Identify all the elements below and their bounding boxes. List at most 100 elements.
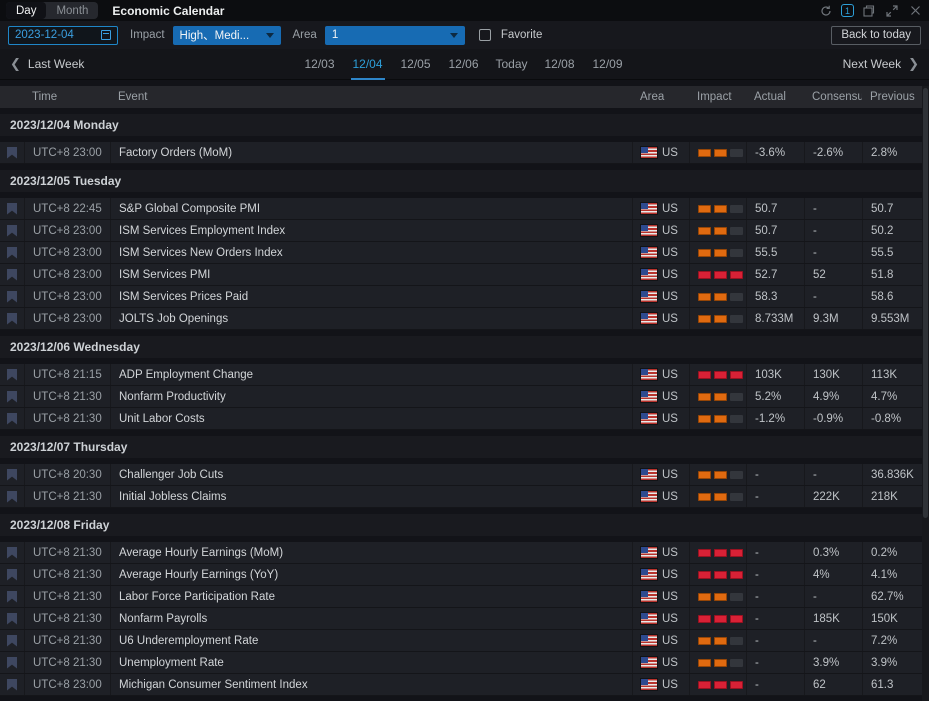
bookmark-icon[interactable]	[7, 491, 17, 503]
event-row[interactable]: UTC+8 21:30Nonfarm PayrollsUS-185K150K	[0, 608, 922, 630]
event-area: US	[632, 486, 689, 507]
event-name: Unemployment Rate	[110, 652, 632, 673]
event-row[interactable]: UTC+8 23:00ISM Services New Orders Index…	[0, 242, 922, 264]
area-dropdown[interactable]: 1	[325, 26, 465, 45]
event-row[interactable]: UTC+8 23:00ISM Services Employment Index…	[0, 220, 922, 242]
week-day-12-09[interactable]: 12/09	[584, 49, 632, 80]
calendar-table-body: 2023/12/04 MondayUTC+8 23:00Factory Orde…	[0, 114, 922, 696]
impact-bar	[714, 149, 727, 157]
favorite-checkbox[interactable]	[479, 29, 491, 41]
event-area: US	[632, 630, 689, 651]
event-consensus: -	[804, 464, 862, 485]
event-row[interactable]: UTC+8 21:15ADP Employment ChangeUS103K13…	[0, 364, 922, 386]
event-row[interactable]: UTC+8 21:30Unemployment RateUS-3.9%3.9%	[0, 652, 922, 674]
event-row[interactable]: UTC+8 23:00Factory Orders (MoM)US-3.6%-2…	[0, 142, 922, 164]
event-actual: -	[746, 674, 804, 695]
impact-medium-indicator	[698, 149, 743, 157]
bookmark-icon[interactable]	[7, 635, 17, 647]
impact-cell	[689, 608, 746, 629]
refresh-icon[interactable]	[818, 3, 834, 19]
date-picker-input[interactable]: 2023-12-04	[8, 26, 118, 45]
impact-medium-indicator	[698, 205, 743, 213]
event-name: Average Hourly Earnings (MoM)	[110, 542, 632, 563]
tab-month[interactable]: Month	[46, 2, 98, 19]
bookmark-icon[interactable]	[7, 391, 17, 403]
vertical-scrollbar[interactable]	[922, 86, 929, 701]
event-consensus: 62	[804, 674, 862, 695]
impact-high-indicator	[698, 271, 743, 279]
impact-bar	[714, 615, 727, 623]
event-row[interactable]: UTC+8 21:30Labor Force Participation Rat…	[0, 586, 922, 608]
week-day-12-05[interactable]: 12/05	[392, 49, 440, 80]
impact-bar	[714, 637, 727, 645]
section-date-header: 2023/12/06 Wednesday	[0, 336, 922, 358]
event-actual: -3.6%	[746, 142, 804, 163]
event-row[interactable]: UTC+8 21:30Average Hourly Earnings (MoM)…	[0, 542, 922, 564]
event-row[interactable]: UTC+8 22:45S&P Global Composite PMIUS50.…	[0, 198, 922, 220]
bookmark-icon[interactable]	[7, 247, 17, 259]
event-row[interactable]: UTC+8 23:00ISM Services Prices PaidUS58.…	[0, 286, 922, 308]
close-icon[interactable]	[907, 3, 923, 19]
restore-window-icon[interactable]	[861, 3, 877, 19]
event-name: Nonfarm Productivity	[110, 386, 632, 407]
expand-icon[interactable]	[884, 3, 900, 19]
bookmark-icon[interactable]	[7, 591, 17, 603]
event-row[interactable]: UTC+8 21:30Unit Labor CostsUS-1.2%-0.9%-…	[0, 408, 922, 430]
week-day-12-04[interactable]: 12/04	[344, 49, 392, 80]
event-time: UTC+8 21:30	[24, 608, 110, 629]
event-row[interactable]: UTC+8 21:30Nonfarm ProductivityUS5.2%4.9…	[0, 386, 922, 408]
bookmark-cell	[0, 408, 24, 429]
back-to-today-button[interactable]: Back to today	[831, 26, 921, 45]
impact-cell	[689, 286, 746, 307]
event-row[interactable]: UTC+8 21:30Initial Jobless ClaimsUS-222K…	[0, 486, 922, 508]
impact-bar	[714, 371, 727, 379]
event-time: UTC+8 22:45	[24, 198, 110, 219]
bookmark-icon[interactable]	[7, 291, 17, 303]
area-label: US	[662, 591, 678, 603]
scrollbar-thumb[interactable]	[923, 88, 928, 518]
day-section: 2023/12/04 MondayUTC+8 23:00Factory Orde…	[0, 114, 922, 164]
event-row[interactable]: UTC+8 23:00Michigan Consumer Sentiment I…	[0, 674, 922, 696]
last-week-button[interactable]: ❮ Last Week	[10, 56, 84, 72]
week-day-today[interactable]: Today	[488, 49, 536, 80]
bookmark-icon[interactable]	[7, 313, 17, 325]
event-row[interactable]: UTC+8 21:30U6 Underemployment RateUS--7.…	[0, 630, 922, 652]
next-week-button[interactable]: Next Week ❯	[843, 56, 919, 72]
week-day-12-03[interactable]: 12/03	[296, 49, 344, 80]
section-date-header: 2023/12/07 Thursday	[0, 436, 922, 458]
impact-bar	[714, 549, 727, 557]
impact-bar	[698, 293, 711, 301]
bookmark-icon[interactable]	[7, 225, 17, 237]
bookmark-icon[interactable]	[7, 469, 17, 481]
impact-bar	[698, 271, 711, 279]
event-time: UTC+8 23:00	[24, 674, 110, 695]
bookmark-icon[interactable]	[7, 413, 17, 425]
tab-day[interactable]: Day	[6, 2, 46, 19]
event-row[interactable]: UTC+8 23:00ISM Services PMIUS52.75251.8	[0, 264, 922, 286]
impact-cell	[689, 264, 746, 285]
event-row[interactable]: UTC+8 23:00JOLTS Job OpeningsUS8.733M9.3…	[0, 308, 922, 330]
event-name: ADP Employment Change	[110, 364, 632, 385]
bookmark-icon[interactable]	[7, 547, 17, 559]
bookmark-icon[interactable]	[7, 203, 17, 215]
week-day-12-06[interactable]: 12/06	[440, 49, 488, 80]
bookmark-cell	[0, 652, 24, 673]
impact-dropdown[interactable]: High、Medi...	[173, 26, 281, 45]
event-row[interactable]: UTC+8 20:30Challenger Job CutsUS--36.836…	[0, 464, 922, 486]
impact-bar	[698, 227, 711, 235]
week-day-12-08[interactable]: 12/08	[536, 49, 584, 80]
event-area: US	[632, 564, 689, 585]
bookmark-icon[interactable]	[7, 147, 17, 159]
tab-count-badge[interactable]: 1	[841, 4, 854, 17]
event-actual: 103K	[746, 364, 804, 385]
event-actual: -1.2%	[746, 408, 804, 429]
bookmark-icon[interactable]	[7, 613, 17, 625]
bookmark-icon[interactable]	[7, 569, 17, 581]
event-time: UTC+8 20:30	[24, 464, 110, 485]
bookmark-icon[interactable]	[7, 679, 17, 691]
event-name: U6 Underemployment Rate	[110, 630, 632, 651]
bookmark-icon[interactable]	[7, 657, 17, 669]
event-row[interactable]: UTC+8 21:30Average Hourly Earnings (YoY)…	[0, 564, 922, 586]
bookmark-icon[interactable]	[7, 369, 17, 381]
bookmark-icon[interactable]	[7, 269, 17, 281]
